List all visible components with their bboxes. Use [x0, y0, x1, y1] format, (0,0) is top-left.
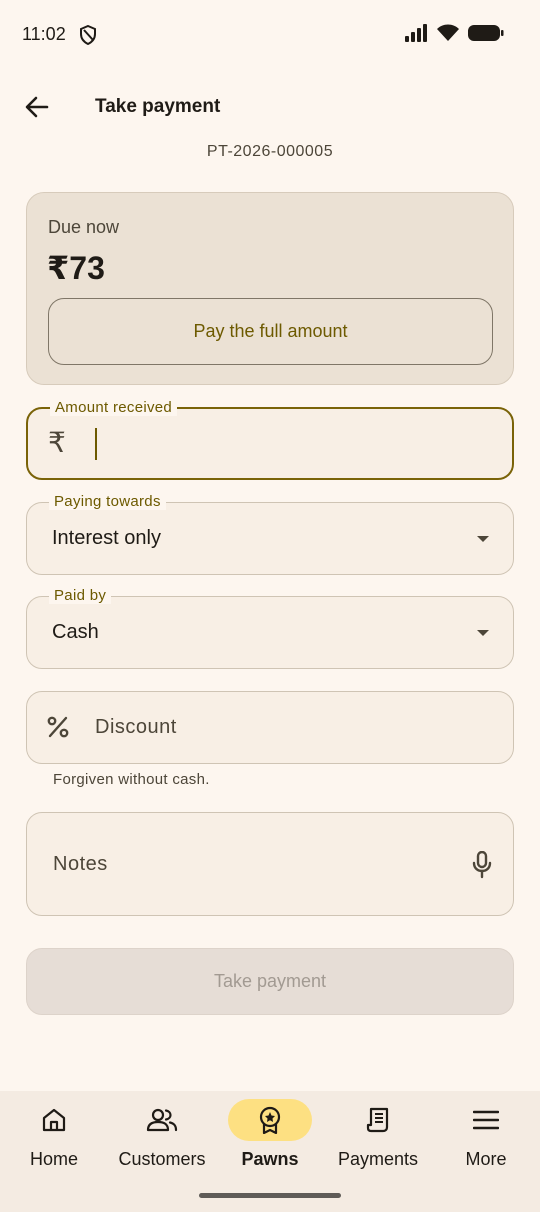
discount-field[interactable]: Discount	[26, 691, 514, 764]
page-title: Take payment	[95, 96, 221, 117]
notes-placeholder: Notes	[53, 853, 108, 875]
paid-by-select[interactable]: Paid by Cash	[26, 587, 514, 669]
back-button[interactable]	[20, 92, 54, 122]
discount-placeholder: Discount	[95, 716, 177, 738]
battery-icon	[468, 25, 504, 41]
due-card: Due now ₹73 Pay the full amount	[26, 192, 514, 385]
discount-helper-text: Forgiven without cash.	[53, 771, 210, 788]
dropdown-arrow-icon	[477, 536, 489, 542]
dropdown-arrow-icon	[477, 630, 489, 636]
notes-field[interactable]: Notes	[26, 812, 514, 916]
nav-icon-container	[444, 1099, 528, 1141]
take-payment-button[interactable]: Take payment	[26, 948, 514, 1015]
paid-by-value: Cash	[52, 621, 99, 643]
status-bar: 11:02	[0, 0, 540, 70]
paid-by-label: Paid by	[49, 587, 112, 604]
nav-item-more[interactable]: More	[432, 1091, 540, 1191]
paying-towards-label: Paying towards	[49, 493, 166, 510]
text-cursor	[95, 428, 97, 460]
nav-item-customers[interactable]: Customers	[108, 1091, 216, 1191]
nav-label-payments: Payments	[337, 1149, 419, 1169]
people-icon	[146, 1108, 178, 1132]
paying-towards-select[interactable]: Paying towards Interest only	[26, 493, 514, 575]
paying-towards-value: Interest only	[52, 527, 161, 549]
nav-icon-container	[336, 1099, 420, 1141]
nav-item-home[interactable]: Home	[0, 1091, 108, 1191]
nav-item-payments[interactable]: Payments	[324, 1091, 432, 1191]
nav-label-pawns: Pawns	[241, 1149, 299, 1169]
wifi-icon	[437, 24, 459, 41]
menu-icon	[473, 1110, 499, 1130]
home-indicator[interactable]	[199, 1193, 341, 1198]
due-label: Due now	[48, 217, 120, 237]
nav-icon-container	[120, 1099, 204, 1141]
nav-label-more: More	[465, 1149, 507, 1169]
app-bar: Take payment	[0, 80, 540, 136]
due-amount: ₹73	[47, 250, 105, 286]
nav-icon-container-active	[228, 1099, 312, 1141]
pawn-id: PT-2026-000005	[206, 143, 334, 160]
arrow-back-icon	[25, 96, 49, 118]
percent-icon	[47, 716, 69, 738]
receipt-icon	[366, 1107, 389, 1133]
nav-label-customers: Customers	[118, 1149, 206, 1169]
rupee-prefix: ₹	[48, 427, 66, 458]
signal-icon	[405, 24, 427, 42]
badge-icon	[259, 1106, 281, 1134]
nav-label-home: Home	[29, 1149, 78, 1169]
amount-received-field[interactable]: Amount received ₹	[26, 399, 514, 480]
mic-icon[interactable]	[471, 851, 493, 879]
nav-icon-container	[12, 1099, 96, 1141]
nav-item-pawns[interactable]: Pawns	[216, 1091, 324, 1191]
status-time: 11:02	[22, 24, 66, 44]
pay-full-amount-button[interactable]: Pay the full amount	[48, 298, 493, 365]
shield-icon	[80, 25, 96, 45]
home-icon	[42, 1108, 66, 1132]
amount-received-label: Amount received	[50, 399, 178, 416]
